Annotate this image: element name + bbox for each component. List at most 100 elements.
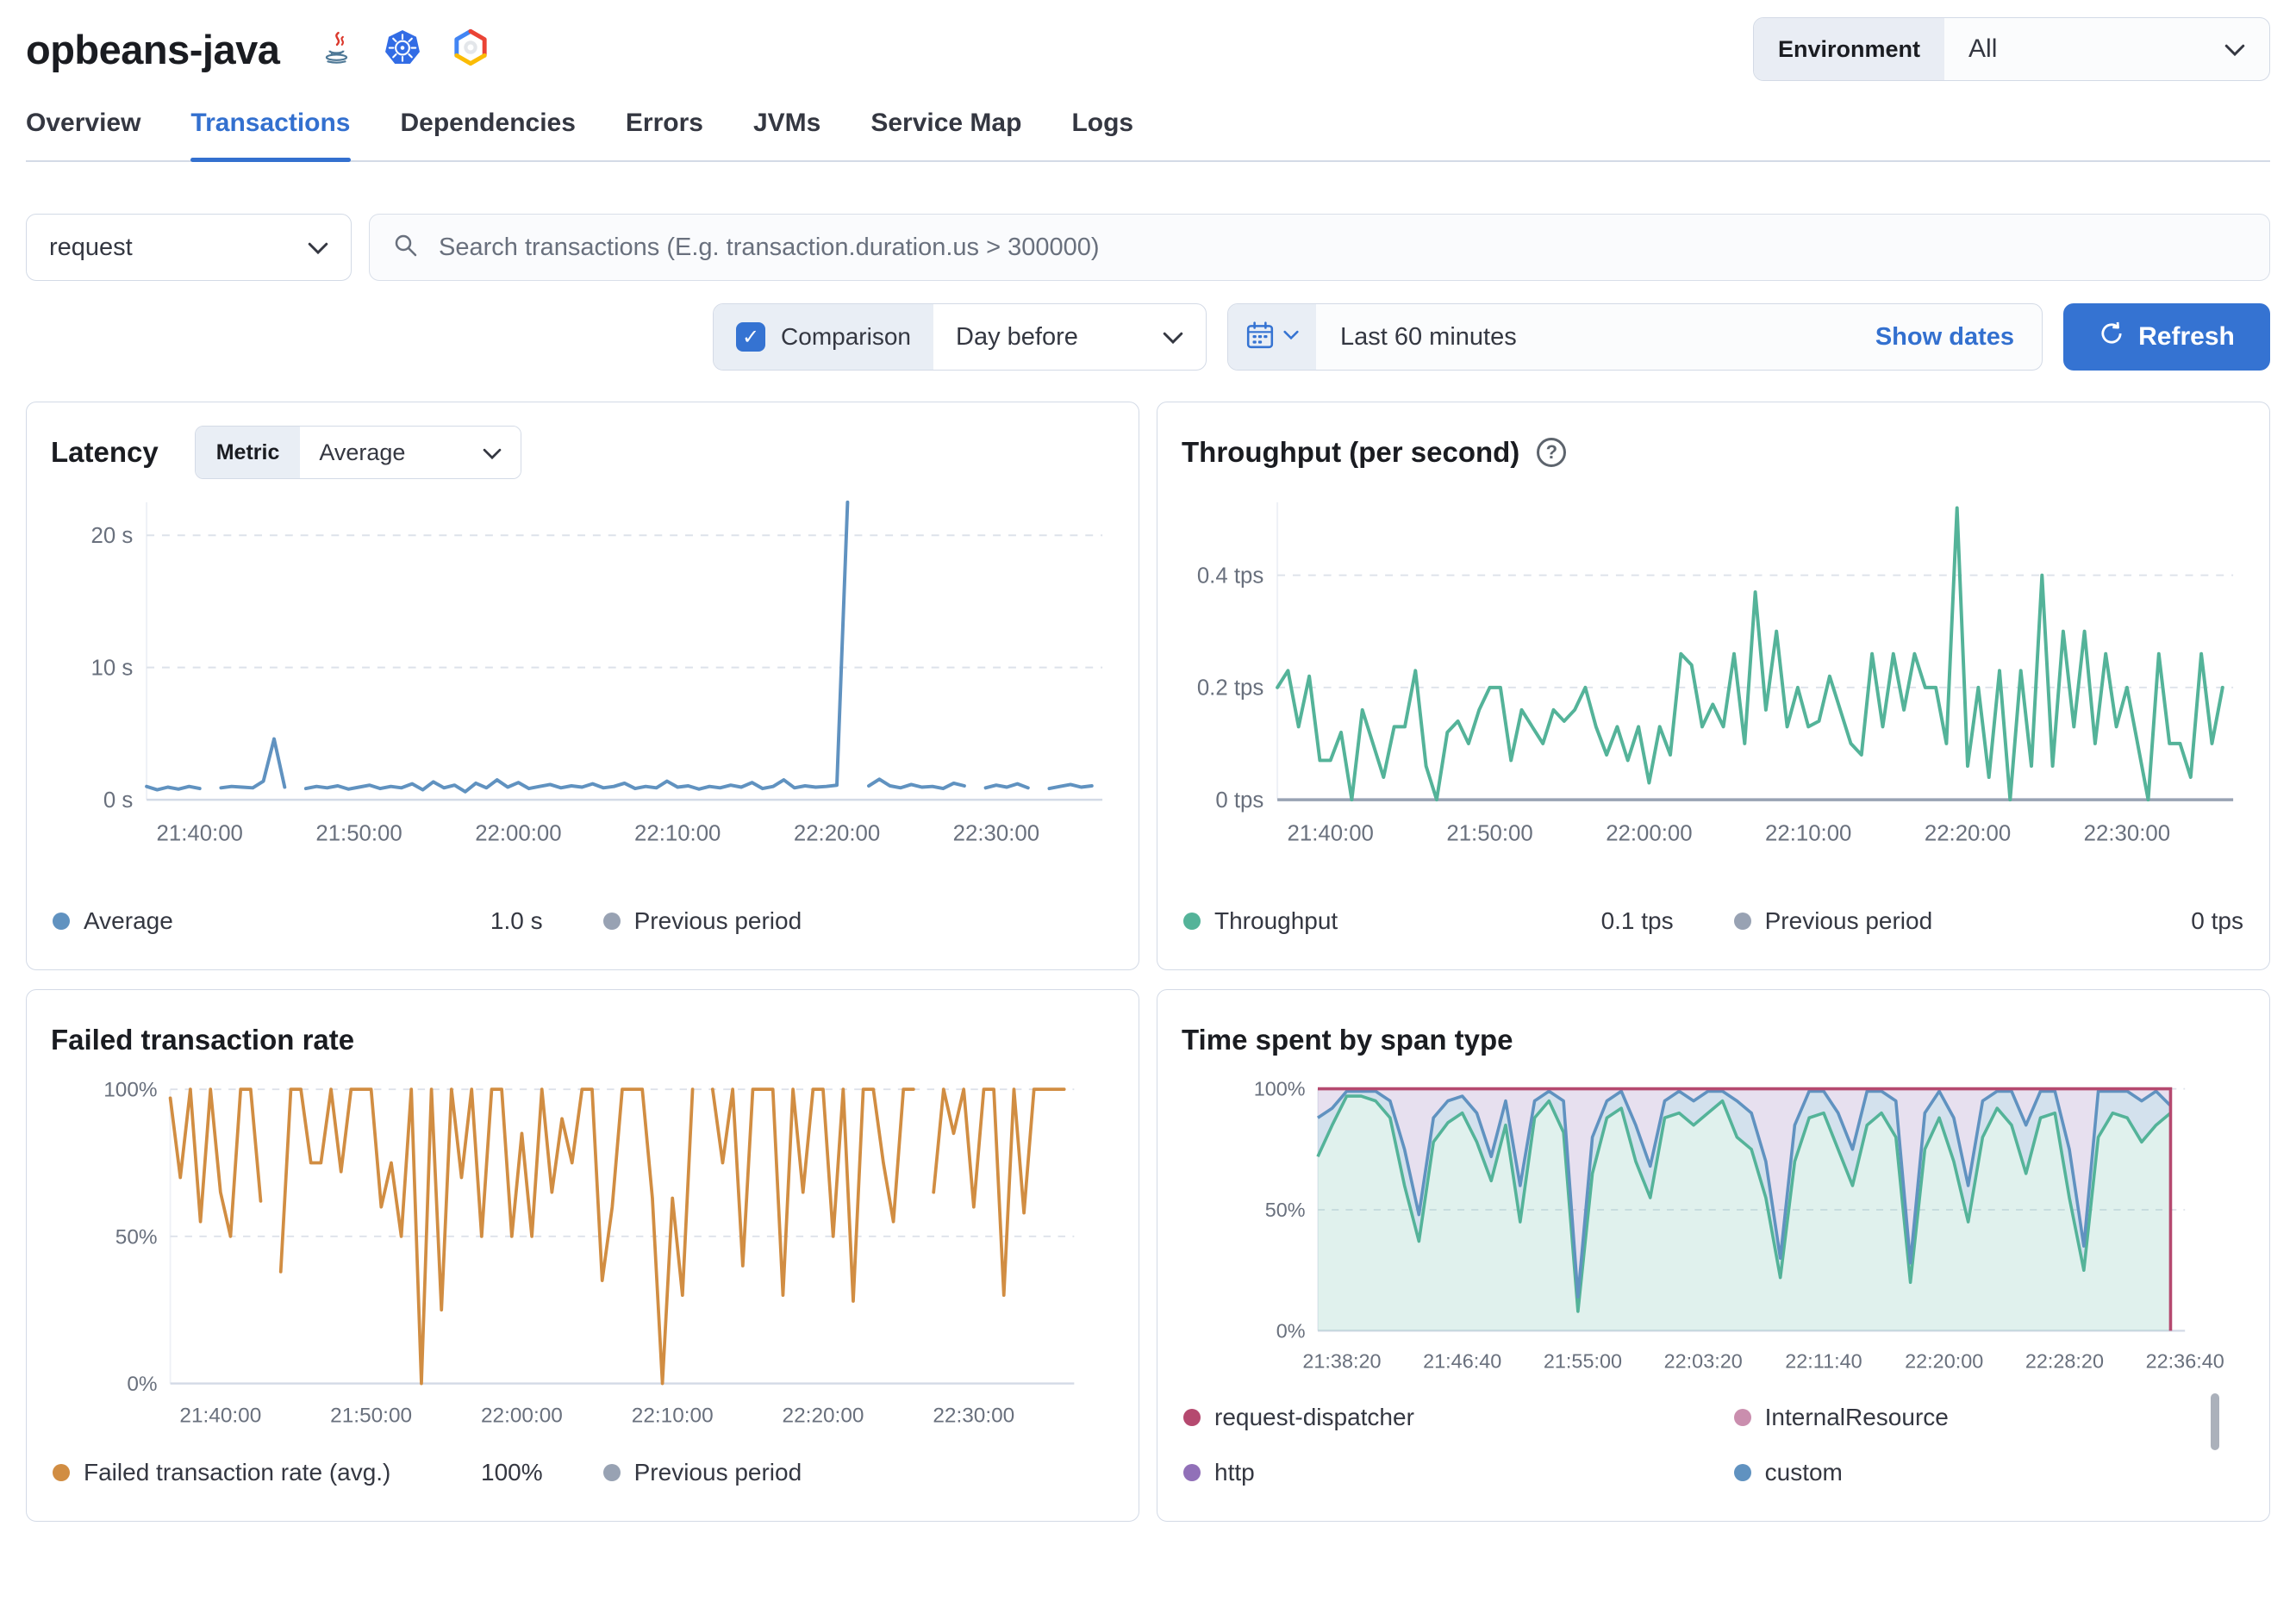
chevron-down-icon — [1283, 329, 1299, 345]
calendar-icon — [1245, 321, 1275, 354]
legend-item[interactable]: Previous period — [602, 904, 1113, 938]
throughput-panel: Throughput (per second) ? 0 tps 0.2 tps 0.… — [1157, 402, 2270, 970]
svg-text:21:46:40: 21:46:40 — [1423, 1350, 1501, 1373]
svg-text:22:00:00: 22:00:00 — [1606, 822, 1692, 846]
apm-service-page: opbeans-java Environment All Overview Tr… — [0, 0, 2296, 1522]
legend-item[interactable]: Failed transaction rate (avg.) 100% — [53, 1455, 543, 1490]
refresh-icon — [2099, 321, 2124, 353]
time-spent-by-span-type-panel: Time spent by span type 0% 50% 100% 21:38:2… — [1157, 989, 2270, 1522]
tab-logs[interactable]: Logs — [1071, 109, 1133, 160]
failed-rate-title: Failed transaction rate — [51, 1024, 355, 1056]
svg-text:0.2 tps: 0.2 tps — [1197, 676, 1263, 701]
service-header: opbeans-java Environment All — [26, 0, 2270, 81]
tab-errors[interactable]: Errors — [626, 109, 703, 160]
calendar-menu-button[interactable] — [1228, 304, 1316, 370]
java-icon — [321, 31, 353, 68]
svg-text:21:40:00: 21:40:00 — [179, 1405, 261, 1428]
svg-text:0%: 0% — [1276, 1320, 1306, 1342]
legend-item[interactable]: Average 1.0 s — [53, 904, 543, 938]
comparison-checkbox-wrap: ✓ Comparison — [714, 304, 933, 370]
svg-text:22:20:00: 22:20:00 — [1925, 822, 2011, 846]
time-spent-chart[interactable]: 0% 50% 100% 21:38:20 21:46:40 21:55:00 22:03:2… — [1182, 1078, 2245, 1388]
show-dates-link[interactable]: Show dates — [1875, 323, 2042, 352]
comparison-group: ✓ Comparison Day before — [713, 303, 1207, 371]
legend-scrollbar[interactable] — [2211, 1393, 2219, 1450]
series-dot — [1183, 913, 1201, 930]
refresh-button[interactable]: Refresh — [2063, 303, 2270, 371]
svg-text:21:40:00: 21:40:00 — [1288, 822, 1374, 846]
failed-rate-legend: Failed transaction rate (avg.) 100% Prev… — [51, 1443, 1114, 1498]
svg-text:22:20:00: 22:20:00 — [1905, 1350, 1983, 1373]
failed-rate-chart[interactable]: 0% 50% 100% 21:40:00 21:50:00 22:00:00 22:10:0… — [51, 1078, 1114, 1443]
legend-item[interactable]: request-dispatcher — [1183, 1400, 1674, 1435]
series-dot — [602, 913, 621, 930]
svg-text:10 s: 10 s — [91, 657, 134, 681]
environment-value: All — [1968, 34, 1998, 63]
environment-label: Environment — [1754, 18, 1945, 80]
help-icon[interactable]: ? — [1537, 438, 1567, 467]
svg-text:21:50:00: 21:50:00 — [330, 1405, 412, 1428]
svg-text:22:10:00: 22:10:00 — [1765, 822, 1851, 846]
svg-text:22:20:00: 22:20:00 — [794, 822, 880, 846]
tab-jvms[interactable]: JVMs — [753, 109, 820, 160]
series-dot — [1183, 1464, 1201, 1481]
transaction-search-box — [369, 214, 2270, 281]
svg-text:22:30:00: 22:30:00 — [933, 1405, 1014, 1428]
comparison-select[interactable]: Day before — [933, 304, 1206, 370]
comparison-checkbox[interactable]: ✓ — [736, 322, 766, 352]
latency-legend: Average 1.0 s Previous period — [51, 892, 1114, 947]
series-dot — [53, 1464, 70, 1481]
time-spent-title: Time spent by span type — [1182, 1024, 1513, 1056]
svg-text:22:30:00: 22:30:00 — [2084, 822, 2170, 846]
legend-item[interactable]: Throughput 0.1 tps — [1183, 904, 1674, 938]
search-row: request — [26, 214, 2270, 281]
svg-text:22:36:40: 22:36:40 — [2146, 1350, 2224, 1373]
time-filter-row: ✓ Comparison Day before Last 60 minutes … — [26, 303, 2270, 371]
throughput-chart[interactable]: 0 tps 0.2 tps 0.4 tps 21:40:00 21:50:00 22:00… — [1182, 490, 2245, 863]
series-dot — [1183, 1409, 1201, 1426]
tab-service-map[interactable]: Service Map — [870, 109, 1021, 160]
svg-text:22:00:00: 22:00:00 — [475, 822, 561, 846]
legend-item[interactable]: Previous period 0 tps — [1733, 904, 2243, 938]
svg-text:50%: 50% — [1265, 1199, 1306, 1221]
latency-metric-select[interactable]: Metric Average — [194, 426, 522, 479]
latency-chart[interactable]: 0 s 10 s 20 s 21:40:00 21:50:00 22:00:00 22:10… — [51, 490, 1114, 863]
environment-select[interactable]: Environment All — [1753, 17, 2270, 81]
kubernetes-icon — [384, 29, 421, 70]
svg-text:21:55:00: 21:55:00 — [1544, 1350, 1622, 1373]
svg-text:0 s: 0 s — [103, 788, 133, 813]
service-tabs: Overview Transactions Dependencies Error… — [26, 109, 2270, 162]
charts-grid: Latency Metric Average 0 s 10 s 20 s 21:40:… — [26, 402, 2270, 1522]
svg-text:21:50:00: 21:50:00 — [315, 822, 402, 846]
svg-text:22:20:00: 22:20:00 — [783, 1405, 864, 1428]
svg-text:50%: 50% — [115, 1225, 158, 1249]
svg-text:0 tps: 0 tps — [1215, 788, 1263, 813]
series-dot — [1733, 1409, 1751, 1426]
google-cloud-icon — [452, 28, 490, 71]
svg-text:0%: 0% — [127, 1373, 157, 1396]
legend-item[interactable]: Previous period — [602, 1455, 1113, 1490]
throughput-legend: Throughput 0.1 tps Previous period 0 tps — [1182, 892, 2245, 947]
chevron-down-icon — [1163, 323, 1183, 352]
chevron-down-icon — [483, 439, 502, 466]
tab-dependencies[interactable]: Dependencies — [401, 109, 576, 160]
chevron-down-icon — [308, 234, 328, 262]
tab-transactions[interactable]: Transactions — [190, 109, 351, 162]
svg-text:22:28:20: 22:28:20 — [2025, 1350, 2104, 1373]
chevron-down-icon — [2224, 34, 2245, 64]
latency-title: Latency — [51, 436, 159, 468]
series-dot — [53, 913, 70, 930]
search-input[interactable] — [437, 232, 2247, 263]
time-range-value[interactable]: Last 60 minutes — [1316, 323, 1517, 352]
svg-text:22:00:00: 22:00:00 — [481, 1405, 563, 1428]
legend-item[interactable]: http — [1183, 1455, 1674, 1490]
tab-overview[interactable]: Overview — [26, 109, 140, 160]
legend-item[interactable]: InternalResource — [1733, 1400, 2243, 1435]
legend-item[interactable]: custom — [1733, 1455, 2243, 1490]
latency-panel: Latency Metric Average 0 s 10 s 20 s 21:40:… — [26, 402, 1139, 970]
transaction-type-select[interactable]: request — [26, 214, 352, 281]
search-icon — [392, 232, 420, 264]
series-dot — [1733, 1464, 1751, 1481]
metric-value: Average — [319, 439, 406, 465]
svg-text:100%: 100% — [1254, 1078, 1306, 1100]
